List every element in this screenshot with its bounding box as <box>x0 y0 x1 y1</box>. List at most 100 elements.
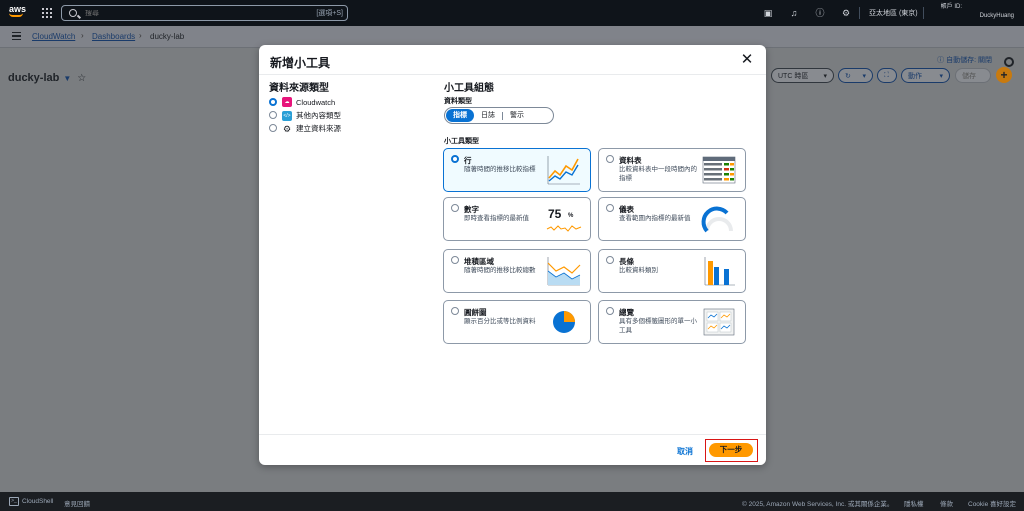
widget-description: 顯示百分比或等比例資料 <box>464 318 536 325</box>
widget-card-pie[interactable]: 圓餅圖 顯示百分比或等比例資料 <box>443 300 591 344</box>
radio-other-content[interactable] <box>269 111 277 119</box>
account-menu[interactable]: 帳戶 ID: DuckyHuang <box>941 3 1014 21</box>
chevron-right-icon: › <box>139 31 142 40</box>
cloudshell-icon[interactable]: ▣ <box>762 7 774 19</box>
radio-explorer[interactable] <box>606 307 614 315</box>
widget-card-stacked-area[interactable]: 堆積區域 隨著時間的推移比較總數 <box>443 249 591 293</box>
line-chart-icon <box>547 156 580 185</box>
refresh-button[interactable]: ↻ ▾ <box>838 68 873 83</box>
number-icon: 75 % <box>546 203 582 235</box>
widget-type-label: 小工具類型 <box>444 138 479 145</box>
cookie-preferences-link[interactable]: Cookie 喜好設定 <box>968 498 1016 508</box>
cloudshell-icon: >_ <box>9 497 19 506</box>
cloudwatch-icon: ☁ <box>282 97 292 107</box>
search-box[interactable]: [選項+S] <box>61 5 348 21</box>
gauge-icon <box>701 206 733 233</box>
data-source-cloudwatch[interactable]: ☁ Cloudwatch <box>282 97 335 107</box>
widget-description: 具有多個標籤圖形的單一小工具 <box>619 318 697 334</box>
bell-icon[interactable]: ♫ <box>788 7 800 19</box>
caret-down-icon[interactable]: ▼ <box>63 74 71 83</box>
help-icon[interactable]: ⓘ <box>814 7 826 19</box>
save-dashboard-button[interactable]: 儲存 <box>955 68 991 83</box>
fullscreen-icon: ⛶ <box>884 71 889 79</box>
radio-pie[interactable] <box>451 307 459 315</box>
number-sample: 75 <box>548 207 562 221</box>
widget-card-gauge[interactable]: 儀表 查看範圍內指標的最新值 <box>598 197 746 241</box>
save-label: 儲存 <box>962 72 976 80</box>
search-icon <box>69 9 77 17</box>
widget-description: 即時查看指標的最新值 <box>464 215 529 222</box>
widget-card-number[interactable]: 數字 即時查看指標的最新值 75 % <box>443 197 591 241</box>
aws-logo-text: aws <box>9 4 27 14</box>
region-selector[interactable]: 亞太地區 (東京) <box>869 8 918 18</box>
next-button-highlight: 下一步 <box>705 439 758 462</box>
widget-description: 查看範圍內指標的最新值 <box>619 215 691 222</box>
code-icon: </> <box>282 110 292 121</box>
breadcrumb-current: ducky-lab <box>150 32 185 41</box>
radio-gauge[interactable] <box>606 204 614 212</box>
radio-cloudwatch[interactable] <box>269 98 277 106</box>
top-navigation: aws [選項+S] ▣ ♫ ⓘ ⚙ 亞太地區 (東京) 帳戶 ID: Duck… <box>0 0 1024 26</box>
refresh-icon: ↻ <box>845 72 851 80</box>
widget-card-bar[interactable]: 長條 比較資料類別 <box>598 249 746 293</box>
data-type-label: 資料類型 <box>444 98 472 105</box>
bar-chart-icon <box>704 257 735 286</box>
terms-link[interactable]: 條款 <box>940 498 953 508</box>
widget-card-explorer[interactable]: 總覽 具有多個標籤圖形的單一小工具 <box>598 300 746 344</box>
privacy-link[interactable]: 隱私權 <box>904 498 924 508</box>
feedback-link[interactable]: 意見回饋 <box>64 498 90 508</box>
gear-icon[interactable]: ⚙ <box>840 7 852 19</box>
stacked-area-icon <box>547 257 581 286</box>
widget-description: 隨著時間的推移比較總數 <box>464 267 536 274</box>
breadcrumb-dashboards[interactable]: Dashboards <box>92 32 135 41</box>
modal-title: 新增小工具 <box>270 56 331 70</box>
settings-icon[interactable] <box>1004 57 1014 67</box>
actions-label: 動作 <box>908 72 922 80</box>
actions-dropdown[interactable]: 動作 ▾ <box>901 68 950 83</box>
widget-card-table[interactable]: 資料表 比較資料表中一段時間內的指標 <box>598 148 746 192</box>
data-source-other[interactable]: </> 其他內容類型 <box>282 110 341 121</box>
widget-description: 比較資料表中一段時間內的指標 <box>619 166 697 182</box>
data-type-metrics[interactable]: 指標 <box>446 109 474 122</box>
widget-description: 隨著時間的推移比較指標 <box>464 166 536 173</box>
pie-chart-icon <box>553 311 575 333</box>
aws-logo[interactable]: aws <box>9 5 29 21</box>
number-unit: % <box>568 213 574 219</box>
menu-icon[interactable] <box>12 32 21 40</box>
radio-table[interactable] <box>606 155 614 163</box>
search-shortcut-hint: [選項+S] <box>316 10 343 17</box>
cancel-button[interactable]: 取消 <box>677 446 693 457</box>
widget-card-line[interactable]: 行 隨著時間的推移比較指標 <box>443 148 591 192</box>
autosave-toggle[interactable]: ⓘ 自動儲存: 關閉 <box>937 55 992 65</box>
add-widget-button[interactable]: + <box>996 67 1012 83</box>
radio-bar[interactable] <box>606 256 614 264</box>
explorer-icon <box>703 308 735 336</box>
widget-description: 比較資料類別 <box>619 267 658 274</box>
radio-stacked-area[interactable] <box>451 256 459 264</box>
data-source-create[interactable]: ⚙ 建立資料來源 <box>282 123 341 134</box>
search-input[interactable] <box>85 9 285 17</box>
data-source-heading: 資料來源類型 <box>269 83 329 94</box>
radio-line[interactable] <box>451 155 459 163</box>
username: DuckyHuang <box>979 13 1014 19</box>
close-icon[interactable]: ✕ <box>740 52 754 67</box>
next-button[interactable]: 下一步 <box>709 443 753 457</box>
chevron-right-icon: › <box>81 31 84 40</box>
timezone-label: UTC 時區 <box>778 72 809 80</box>
data-type-logs[interactable]: 日誌 <box>474 109 502 122</box>
console-footer: >_ CloudShell 意見回饋 © 2025, Amazon Web Se… <box>0 492 1024 511</box>
timezone-dropdown[interactable]: UTC 時區 ▾ <box>771 68 834 83</box>
star-icon[interactable]: ☆ <box>77 73 86 84</box>
cloudshell-link[interactable]: CloudShell <box>22 498 53 505</box>
grid-icon[interactable] <box>42 8 52 18</box>
dashboard-name: ducky-lab <box>8 72 60 84</box>
data-type-segmented-control: 指標 日誌 警示 <box>444 107 554 124</box>
data-type-alarms[interactable]: 警示 <box>503 109 531 122</box>
radio-number[interactable] <box>451 204 459 212</box>
radio-create-source[interactable] <box>269 124 277 132</box>
gear-icon: ⚙ <box>282 123 292 134</box>
fullscreen-button[interactable]: ⛶ <box>877 68 897 83</box>
data-source-label: 其他內容類型 <box>296 111 341 120</box>
breadcrumb-cloudwatch[interactable]: CloudWatch <box>32 32 75 41</box>
config-heading: 小工具組態 <box>444 83 494 94</box>
